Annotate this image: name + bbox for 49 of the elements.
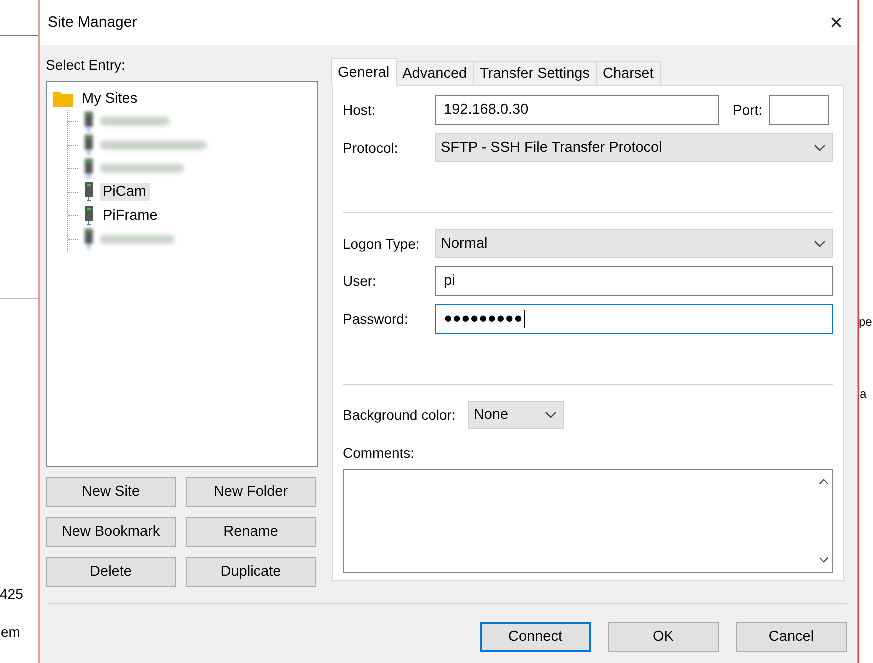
comments-field[interactable] [343, 469, 833, 573]
protocol-dropdown[interactable]: SFTP - SSH File Transfer Protocol [435, 133, 833, 162]
field-label: Logon Type: [343, 236, 421, 252]
server-icon [84, 229, 94, 250]
user-field[interactable]: pi [435, 266, 833, 296]
server-icon [84, 135, 94, 156]
background-text: 425 [0, 586, 24, 602]
scroll-down-icon [818, 556, 828, 564]
background-text: em [1, 624, 22, 640]
dialog-button[interactable]: OK [608, 622, 719, 652]
logon-type-dropdown[interactable]: Normal [435, 229, 833, 258]
scroll-up-icon [818, 478, 828, 486]
tree-item[interactable]: PiFrame [100, 206, 161, 225]
server-icon [84, 112, 94, 132]
background-color-dropdown[interactable]: None [468, 401, 564, 429]
chevron-icon [544, 411, 557, 419]
chevron-icon [814, 144, 826, 152]
server-icon [84, 182, 94, 202]
site-button[interactable]: New Site [46, 477, 176, 507]
site-button[interactable]: Rename [186, 517, 316, 547]
password-field[interactable]: ●●●●●●●●● [435, 304, 833, 334]
field-label: Password: [343, 311, 410, 327]
site-button[interactable]: New Folder [186, 477, 316, 507]
tab[interactable]: General [331, 58, 397, 86]
tree-item[interactable]: PiCam [100, 183, 150, 202]
close-button[interactable]: × [826, 8, 847, 38]
chevron-icon [814, 240, 826, 248]
field-label: Port: [733, 102, 763, 118]
site-button[interactable]: Duplicate [186, 557, 316, 587]
tab[interactable]: Charset [596, 61, 661, 85]
site-tree[interactable]: My Sites PiCam PiFrame [46, 81, 318, 467]
field-label: Host: [343, 102, 377, 118]
site-button[interactable]: Delete [46, 557, 176, 587]
window-title: Site Manager [48, 14, 138, 31]
field-label: User: [343, 273, 378, 289]
background-text: pe [859, 315, 873, 329]
server-icon [84, 158, 94, 179]
field-label: Protocol: [343, 140, 400, 156]
dialog-button[interactable]: Connect [480, 622, 591, 652]
host-field[interactable]: 192.168.0.30 [435, 95, 719, 125]
dialog-button[interactable]: Cancel [736, 622, 847, 652]
tree-item[interactable]: My Sites [79, 90, 141, 108]
site-button[interactable]: New Bookmark [46, 517, 176, 547]
field-label: Background color: [343, 407, 456, 423]
port-field[interactable] [768, 95, 829, 125]
field-label: Comments: [343, 445, 415, 461]
background-text: a [860, 387, 868, 401]
server-icon [84, 206, 94, 226]
select-entry-label: Select Entry: [46, 57, 126, 73]
